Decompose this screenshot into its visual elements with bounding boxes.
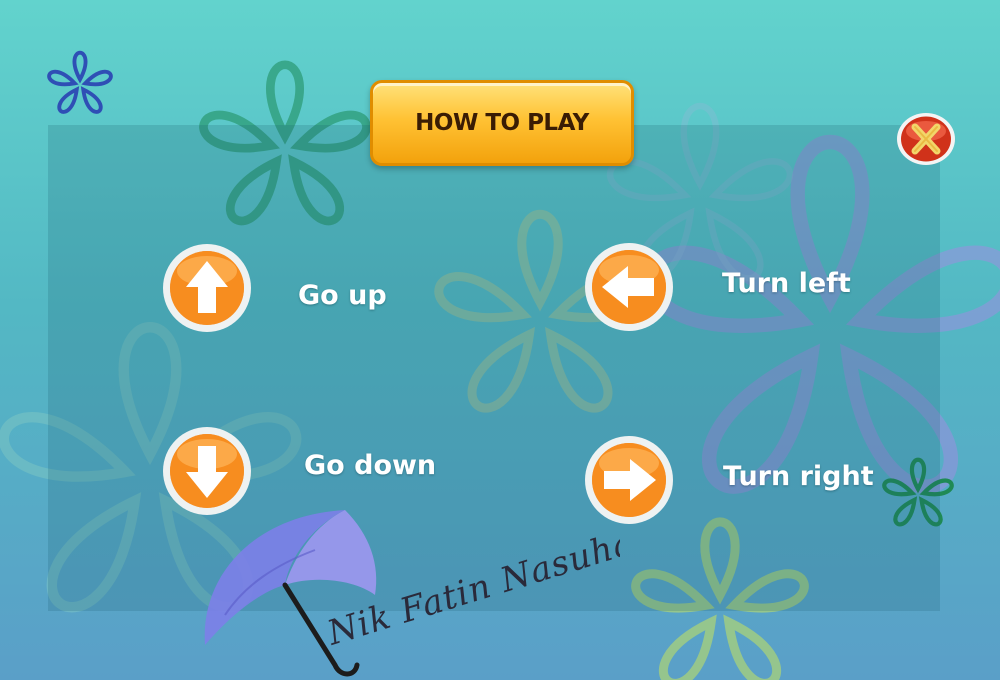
arrow-up-icon [163,244,251,332]
title-text: HOW TO PLAY [415,110,589,136]
svg-text:Nik Fatin Nasuha: Nik Fatin Nasuha [322,522,620,654]
turn-right-label: Turn right [723,461,874,492]
signature-watermark: Nik Fatin Nasuha [322,522,620,654]
left-arrow-button[interactable] [584,242,674,332]
close-icon [897,113,955,165]
close-button[interactable] [895,111,957,167]
up-arrow-button[interactable] [162,243,252,333]
go-up-label: Go up [298,280,387,311]
game-screen: HOW TO PLAY Go up Go down Turn left Turn… [0,0,1000,680]
flower-decoration [45,50,115,117]
turn-left-label: Turn left [722,268,851,299]
arrow-left-icon [585,243,673,331]
go-down-label: Go down [304,450,437,481]
how-to-play-title: HOW TO PLAY [370,80,634,166]
